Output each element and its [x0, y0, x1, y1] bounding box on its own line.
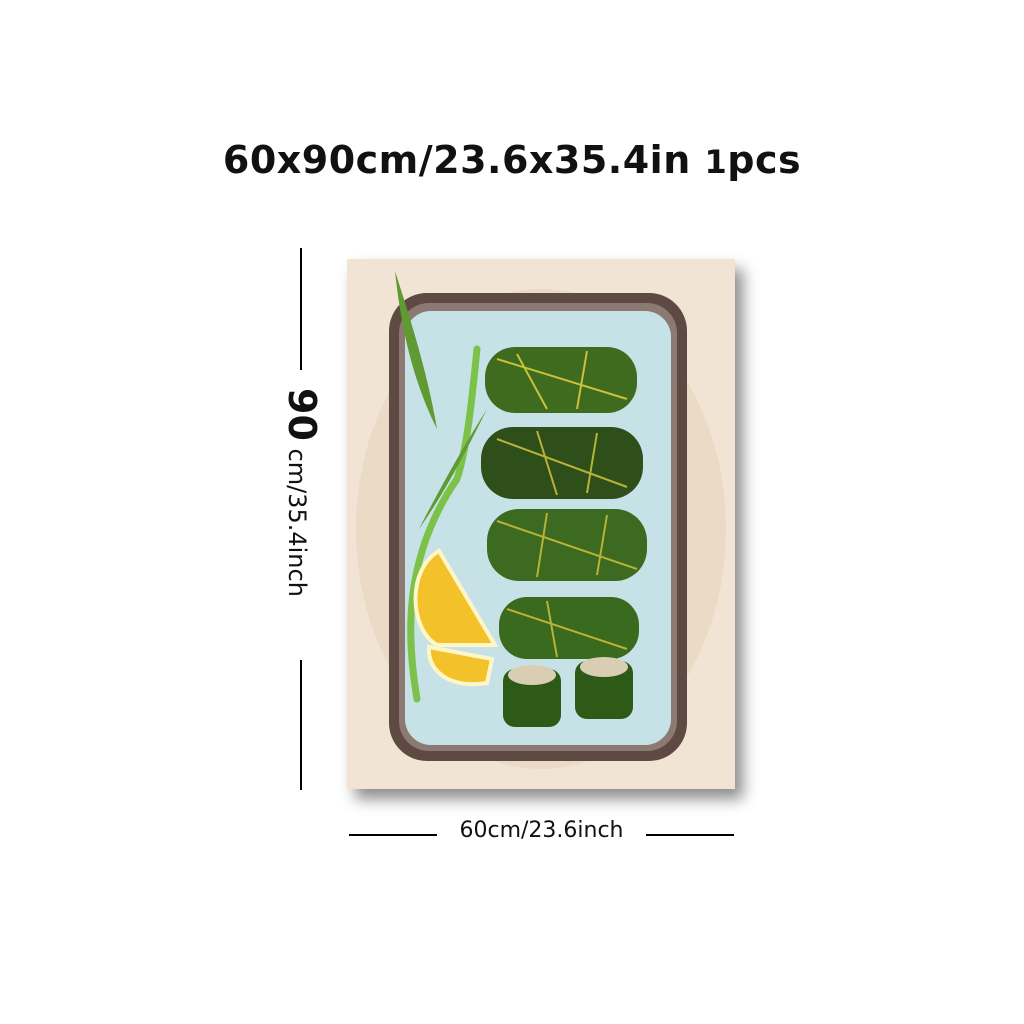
- dolma-roll-4: [499, 597, 639, 659]
- canvas-print: [347, 259, 735, 789]
- food-painting: [347, 259, 735, 789]
- height-label: 90 cm/35.4inch: [270, 388, 330, 648]
- height-dimension-line-bottom: [300, 660, 302, 790]
- height-dimension-line-top: [300, 248, 302, 370]
- width-dimension-line-right: [646, 834, 734, 836]
- dolma-cut-piece-right: [575, 657, 633, 719]
- height-unit-text: cm/35.4inch: [283, 440, 311, 597]
- dolma-cut-piece-left: [503, 665, 561, 727]
- size-text: 60x90cm/23.6x35.4in: [222, 138, 691, 182]
- width-label: 60cm/23.6inch: [459, 818, 624, 843]
- height-number: 90: [280, 388, 324, 441]
- dolma-roll-3: [487, 509, 647, 581]
- dolma-roll-2: [481, 427, 643, 499]
- quantity-unit: pcs: [727, 138, 802, 182]
- quantity-number: 1: [704, 143, 728, 181]
- width-dimension-line-left: [349, 834, 437, 836]
- dolma-roll-1: [485, 347, 637, 413]
- size-heading: 60x90cm/23.6x35.4in 1pcs: [0, 138, 1024, 182]
